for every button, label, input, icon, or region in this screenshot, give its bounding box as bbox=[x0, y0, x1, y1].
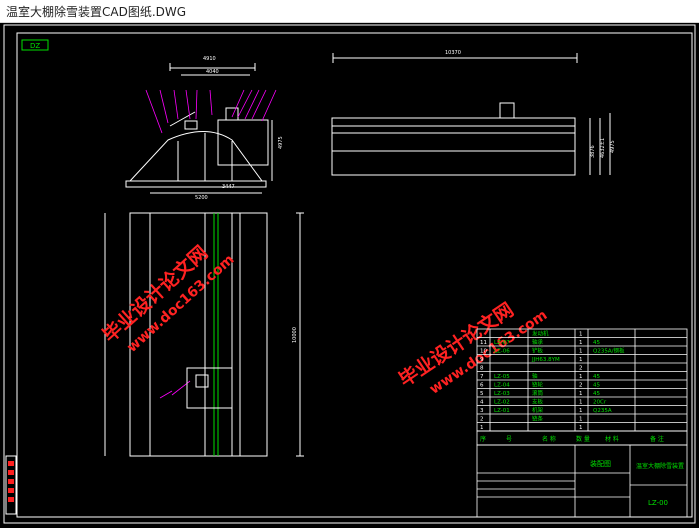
bom-cell-no: 8 bbox=[480, 366, 484, 372]
front-dim-h: 4975 bbox=[278, 136, 284, 149]
outer-frame bbox=[3, 24, 696, 524]
revision-strip bbox=[5, 455, 17, 515]
bom-cell-no: 5 bbox=[480, 391, 484, 397]
bom-header-no: 序 bbox=[480, 435, 486, 443]
bom-cell-mat: 45 bbox=[593, 383, 600, 389]
title-block-company: 温室大棚除雪装置 bbox=[636, 462, 684, 470]
bom-cell-mat: Q235A/钢板 bbox=[593, 347, 625, 355]
bom-cell-code: LZ-07 bbox=[494, 340, 510, 346]
bom-cell-mat: Q235A bbox=[593, 408, 612, 414]
bom-cell-no: 10 bbox=[480, 349, 487, 355]
bom-header-qty: 数 量 bbox=[576, 435, 590, 443]
bom-cell-no: 9 bbox=[480, 357, 484, 363]
bom-header: 序 号 名 称 数 量 材 料 备 注 bbox=[476, 430, 688, 446]
bom-cell-name: 机架 bbox=[532, 406, 544, 414]
bom-cell-no: 1 bbox=[480, 425, 484, 431]
bom-cell-mat: 45 bbox=[593, 340, 600, 346]
watermark-1: 毕业设计论文网 www.doc163.com bbox=[98, 241, 238, 356]
bom-cell-mat: 45 bbox=[593, 374, 600, 380]
bom-cell-name: JJH63.8YM bbox=[531, 357, 560, 363]
bom-cell-qty: 1 bbox=[579, 374, 583, 380]
bom-cell-name: 链轮 bbox=[532, 381, 544, 389]
front-dim-b2: 5200 bbox=[195, 195, 208, 201]
bom-cell-name: 发动机 bbox=[532, 330, 549, 338]
cad-drawing: DZ 4910 4040 3447 5200 4975 10370 3876 4… bbox=[3, 24, 696, 524]
front-dim-w1: 4910 bbox=[203, 56, 216, 62]
side-dim-h3: 4975 bbox=[610, 140, 616, 153]
bom-cell-mat: 45 bbox=[593, 391, 600, 397]
bom-cell-code: LZ-05 bbox=[494, 374, 510, 380]
bom-cell-no: 3 bbox=[480, 408, 484, 414]
title-block-drawing-no: LZ-00 bbox=[648, 499, 668, 507]
cad-drawing-canvas[interactable]: DZ 4910 4040 3447 5200 4975 10370 3876 4… bbox=[0, 23, 699, 528]
drawing-border bbox=[16, 32, 693, 518]
bom-header-code: 号 bbox=[506, 436, 512, 443]
top-dim-w: 10370 bbox=[445, 50, 461, 56]
bom-cell-qty: 1 bbox=[579, 408, 583, 414]
bom-cell-name: 轴 bbox=[532, 372, 538, 380]
window-title-bar: 温室大棚除雪装置CAD图纸.DWG bbox=[0, 0, 699, 23]
bom-cell-name: 链条 bbox=[532, 415, 544, 423]
side-view bbox=[331, 53, 611, 176]
plan-dim-h: 10000 bbox=[292, 327, 298, 343]
bom-header-remark: 备 注 bbox=[650, 435, 664, 443]
bom-cell-name: 轴承 bbox=[532, 338, 544, 346]
side-dim-h1: 3876 bbox=[590, 145, 596, 158]
bom-header-name: 名 称 bbox=[542, 435, 556, 443]
title-block-name: 装配图 bbox=[590, 459, 611, 468]
bom-header-mat: 材 料 bbox=[605, 435, 619, 443]
bom-cell-qty: 1 bbox=[579, 391, 583, 397]
bom-cell-no: 2 bbox=[480, 417, 484, 423]
front-dim-b1: 3447 bbox=[222, 184, 235, 190]
bom-cell-code: LZ-02 bbox=[494, 400, 510, 406]
bom-cell-no: 6 bbox=[480, 383, 484, 389]
bom-cell-mat: 20Cr bbox=[593, 400, 607, 406]
bom-cell-qty: 1 bbox=[579, 349, 583, 355]
bom-cell-qty: 1 bbox=[579, 332, 583, 338]
bom-cell-no: 4 bbox=[480, 400, 484, 406]
bom-cell-qty: 1 bbox=[579, 340, 583, 346]
bom-cell-no: 7 bbox=[480, 374, 484, 380]
bom-cell-name: 滚筒 bbox=[532, 389, 544, 397]
bom-cell-code: LZ-04 bbox=[494, 383, 510, 389]
bom-cell-name: 铲板 bbox=[532, 347, 544, 355]
bom-cell-qty: 1 bbox=[579, 425, 583, 431]
side-dim-h2: 4632±1 bbox=[600, 138, 606, 158]
bom-cell-code: LZ-06 bbox=[494, 349, 510, 355]
bom-cell-qty: 1 bbox=[579, 417, 583, 423]
front-dim-w2: 4040 bbox=[206, 69, 219, 75]
bom-cell-qty: 1 bbox=[579, 400, 583, 406]
bom-cell-no: 11 bbox=[480, 340, 487, 346]
bom-cell-qty: 1 bbox=[579, 357, 583, 363]
bom-cell-name: 支板 bbox=[532, 398, 544, 406]
window-title: 温室大棚除雪装置CAD图纸.DWG bbox=[6, 5, 187, 19]
corner-tag: DZ bbox=[30, 42, 40, 50]
bom-cell-code: LZ-01 bbox=[494, 408, 510, 414]
front-view bbox=[125, 63, 273, 194]
leader-lines bbox=[145, 89, 277, 399]
bom-cell-qty: 2 bbox=[579, 383, 583, 389]
bom-cell-code: LZ-03 bbox=[494, 391, 510, 397]
bom-cell-qty: 2 bbox=[579, 366, 583, 372]
